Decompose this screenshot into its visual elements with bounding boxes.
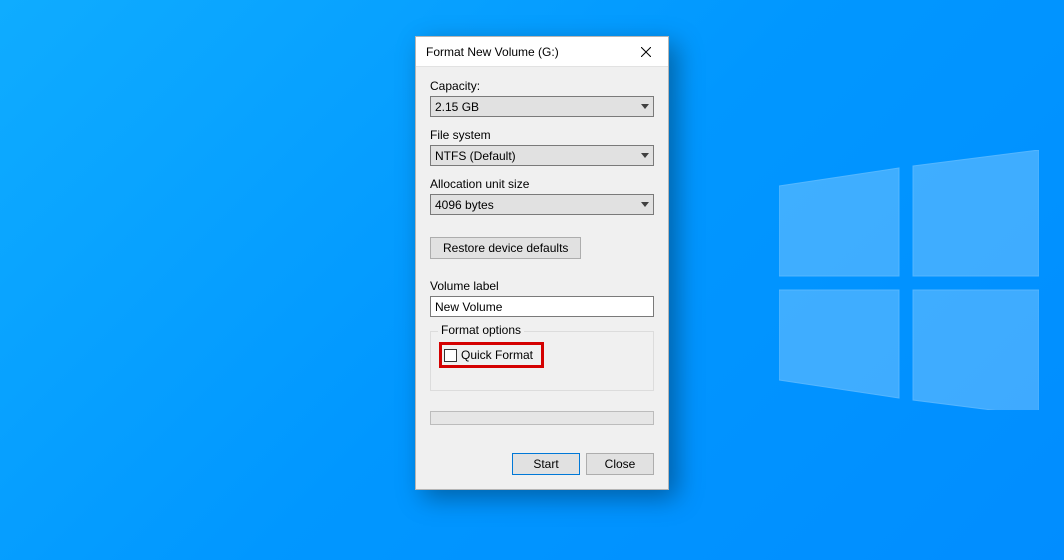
restore-defaults-label: Restore device defaults [443,241,568,255]
dialog-title: Format New Volume (G:) [426,45,559,59]
checkbox-icon [444,349,457,362]
windows-logo-icon [779,150,1039,410]
quick-format-checkbox[interactable]: Quick Format [444,348,533,362]
dialog-body: Capacity: 2.15 GB File system NTFS (Defa… [416,67,668,489]
restore-defaults-button[interactable]: Restore device defaults [430,237,581,259]
filesystem-label: File system [430,128,654,142]
close-button[interactable] [623,37,668,67]
close-button-label: Close [605,457,636,471]
volume-label-input[interactable] [430,296,654,317]
format-progressbar [430,411,654,425]
filesystem-value: NTFS (Default) [435,149,516,163]
start-button[interactable]: Start [512,453,580,475]
capacity-label: Capacity: [430,79,654,93]
format-options-legend: Format options [438,323,524,337]
capacity-value: 2.15 GB [435,100,479,114]
start-button-label: Start [533,457,558,471]
allocation-value: 4096 bytes [435,198,494,212]
chevron-down-icon [636,97,653,116]
close-footer-button[interactable]: Close [586,453,654,475]
allocation-label: Allocation unit size [430,177,654,191]
filesystem-select[interactable]: NTFS (Default) [430,145,654,166]
close-icon [641,47,651,57]
chevron-down-icon [636,195,653,214]
quick-format-label: Quick Format [461,348,533,362]
dialog-footer: Start Close [430,453,654,475]
titlebar: Format New Volume (G:) [416,37,668,67]
volume-label-label: Volume label [430,279,654,293]
format-dialog: Format New Volume (G:) Capacity: 2.15 GB… [415,36,669,490]
allocation-select[interactable]: 4096 bytes [430,194,654,215]
highlight-annotation: Quick Format [439,342,544,368]
chevron-down-icon [636,146,653,165]
capacity-select[interactable]: 2.15 GB [430,96,654,117]
format-options-group: Format options Quick Format [430,331,654,391]
